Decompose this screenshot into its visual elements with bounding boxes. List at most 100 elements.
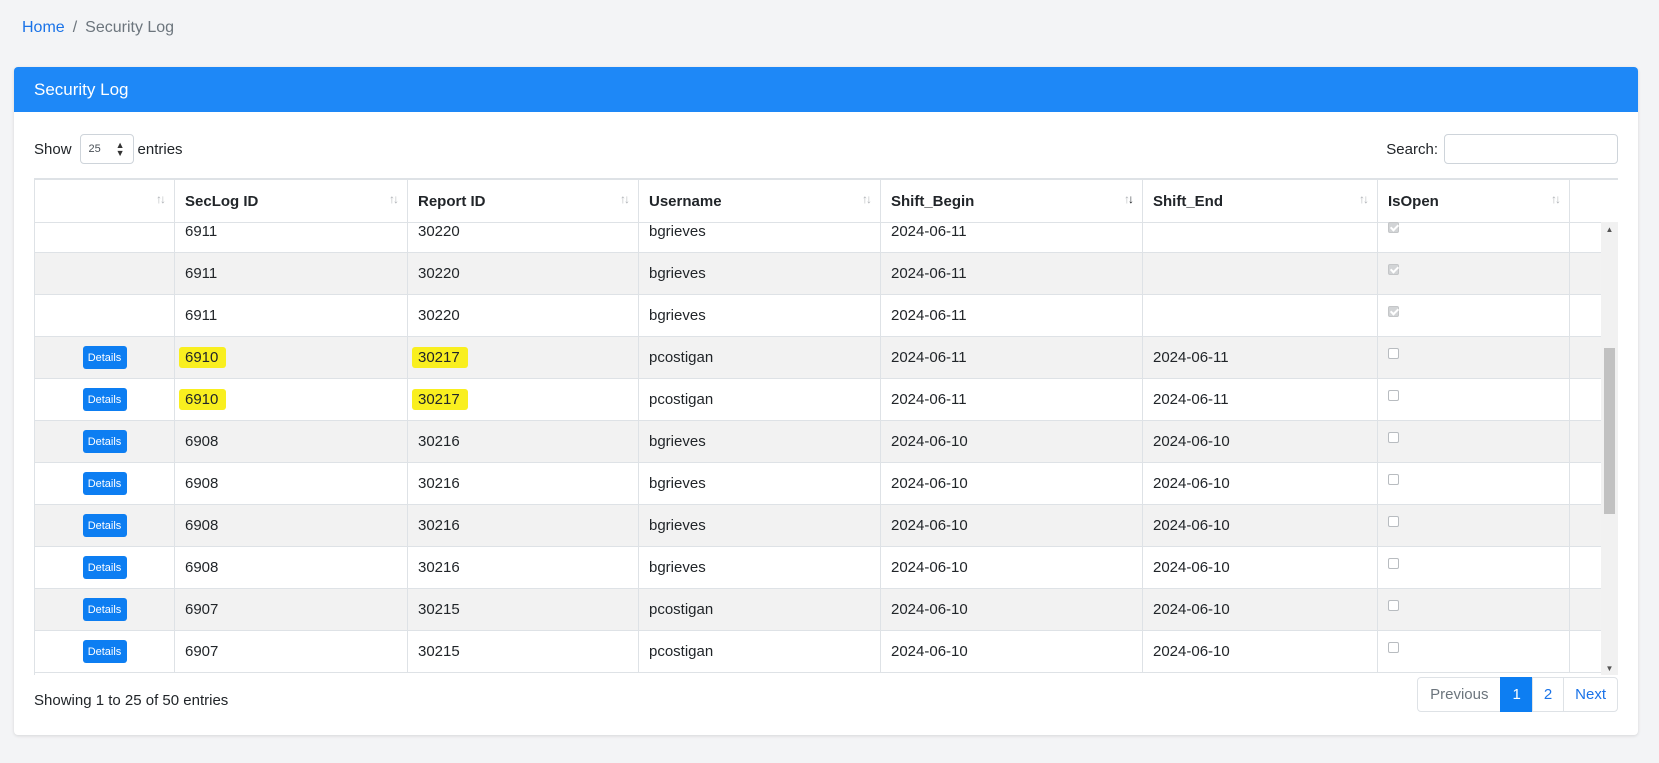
details-button[interactable]: Details — [82, 640, 127, 663]
cell-value: 2024-06-10 — [1153, 475, 1230, 492]
cell-seclog-id: 6910 — [175, 379, 408, 420]
table-row: 6911 30220 bgrieves 2024-06-11 — [35, 222, 1602, 253]
cell-username: bgrieves — [639, 253, 881, 294]
cell-shift-begin: 2024-06-11 — [881, 295, 1143, 336]
select-updown-icon: ▲ ▼ — [115, 140, 125, 158]
is-open-checkbox — [1388, 474, 1399, 485]
scroll-up-arrow-icon[interactable]: ▲ — [1601, 222, 1618, 236]
cell-value: 6911 — [185, 223, 218, 240]
cell-value: 2024-06-10 — [891, 433, 968, 450]
pagination-next[interactable]: Next — [1563, 677, 1618, 712]
cell-actions — [35, 222, 175, 252]
cell-seclog-id: 6911 — [175, 222, 408, 252]
cell-value: 2024-06-11 — [1153, 391, 1229, 408]
cell-value: 30216 — [418, 559, 460, 576]
table-row: 6911 30220 bgrieves 2024-06-11 — [35, 253, 1602, 295]
cell-shift-end: 2024-06-10 — [1143, 589, 1378, 630]
highlighted-cell-value: 6910 — [179, 347, 227, 368]
table-row: Details 6907 30215 pcostigan 2024-06-10 2024-… — [35, 631, 1602, 673]
table-row: Details 6908 30216 bgrieves 2024-06-10 2024-0… — [35, 463, 1602, 505]
search-label: Search: — [1386, 140, 1438, 158]
scroll-down-arrow-icon[interactable]: ▼ — [1601, 661, 1618, 675]
pagination-previous[interactable]: Previous — [1417, 677, 1502, 712]
table-scrollbar[interactable]: ▲ ▼ — [1601, 222, 1618, 675]
column-header-shift-begin[interactable]: Shift_Begin ↑↓ — [881, 180, 1143, 222]
cell-seclog-id: 6908 — [175, 463, 408, 504]
cell-value: 2024-06-11 — [891, 349, 967, 366]
cell-seclog-id: 6907 — [175, 589, 408, 630]
cell-actions — [35, 295, 175, 336]
cell-actions: Details — [35, 505, 175, 546]
cell-value: bgrieves — [649, 475, 706, 492]
sort-arrows-icon: ↑↓ — [1551, 192, 1561, 206]
column-header-report-id[interactable]: Report ID ↑↓ — [408, 180, 639, 222]
column-header-select[interactable]: ↑↓ — [35, 180, 175, 222]
cell-report-id: 30220 — [408, 295, 639, 336]
cell-value: 2024-06-10 — [1153, 559, 1230, 576]
table-info: Showing 1 to 25 of 50 entries — [34, 692, 229, 709]
cell-actions: Details — [35, 631, 175, 672]
details-button[interactable]: Details — [82, 514, 127, 537]
column-header-is-open[interactable]: IsOpen ↑↓ — [1378, 180, 1570, 222]
is-open-checkbox — [1388, 390, 1399, 401]
highlighted-cell-value: 6910 — [179, 389, 227, 410]
cell-username: bgrieves — [639, 547, 881, 588]
cell-value: 6907 — [185, 643, 219, 660]
column-header-seclog-id[interactable]: SecLog ID ↑↓ — [175, 180, 408, 222]
cell-value: bgrieves — [649, 223, 706, 240]
cell-is-open — [1378, 463, 1570, 504]
table-row: 6911 30220 bgrieves 2024-06-11 — [35, 295, 1602, 337]
cell-shift-end: 2024-06-11 — [1143, 379, 1378, 420]
cell-shift-end: 2024-06-10 — [1143, 421, 1378, 462]
pagination-page-1[interactable]: 1 — [1500, 677, 1533, 712]
cell-shift-begin: 2024-06-10 — [881, 463, 1143, 504]
table-row: Details 6908 30216 bgrieves 2024-06-10 2024-0… — [35, 547, 1602, 589]
scrollbar-thumb[interactable] — [1604, 348, 1615, 514]
table-row: Details 6908 30216 bgrieves 2024-06-10 2024-0… — [35, 421, 1602, 463]
cell-report-id: 30216 — [408, 421, 639, 462]
column-header-shift-end[interactable]: Shift_End ↑↓ — [1143, 180, 1378, 222]
sort-arrows-icon: ↑↓ — [620, 192, 630, 206]
entries-length-control: Show 25 ▲ ▼ entries — [34, 133, 183, 165]
card-title: Security Log — [34, 79, 129, 99]
cell-value: pcostigan — [649, 391, 714, 408]
cell-value: 6907 — [185, 601, 219, 618]
cell-report-id: 30217 — [408, 337, 639, 378]
cell-value: 30220 — [418, 307, 460, 324]
cell-actions: Details — [35, 337, 175, 378]
cell-value: 6911 — [185, 307, 218, 324]
cell-username: bgrieves — [639, 421, 881, 462]
cell-report-id: 30215 — [408, 589, 639, 630]
cell-value: 2024-06-10 — [1153, 601, 1230, 618]
security-log-card: Security Log Show 25 ▲ ▼ entries Search: … — [14, 67, 1638, 735]
breadcrumb-home-link[interactable]: Home — [22, 19, 65, 36]
search-input[interactable] — [1444, 134, 1618, 164]
details-button[interactable]: Details — [82, 388, 127, 411]
breadcrumb: Home / Security Log — [22, 19, 174, 37]
column-header-label: Username — [649, 192, 722, 210]
table-header: ↑↓ SecLog ID ↑↓ Report ID ↑↓ Username ↑↓ Shift_… — [34, 180, 1602, 223]
cell-value: 2024-06-11 — [891, 223, 967, 240]
details-button[interactable]: Details — [82, 472, 127, 495]
cell-value: 2024-06-10 — [891, 559, 968, 576]
cell-value: 30220 — [418, 223, 460, 240]
details-button[interactable]: Details — [82, 556, 127, 579]
entries-per-page-select[interactable]: 25 ▲ ▼ — [79, 134, 134, 164]
cell-shift-begin: 2024-06-11 — [881, 379, 1143, 420]
cell-is-open — [1378, 547, 1570, 588]
details-button[interactable]: Details — [82, 598, 127, 621]
cell-seclog-id: 6908 — [175, 547, 408, 588]
column-header-username[interactable]: Username ↑↓ — [639, 180, 881, 222]
cell-value: 2024-06-11 — [1153, 349, 1229, 366]
details-button[interactable]: Details — [82, 346, 127, 369]
details-button[interactable]: Details — [82, 430, 127, 453]
cell-value: 6908 — [185, 559, 219, 576]
cell-is-open — [1378, 505, 1570, 546]
cell-value: 30216 — [418, 433, 460, 450]
sort-arrows-icon: ↑↓ — [156, 192, 166, 206]
column-header-label: IsOpen — [1388, 192, 1439, 210]
is-open-checkbox — [1388, 348, 1399, 359]
is-open-checkbox — [1388, 642, 1399, 653]
pagination-page-2[interactable]: 2 — [1531, 677, 1565, 712]
cell-shift-begin: 2024-06-10 — [881, 589, 1143, 630]
